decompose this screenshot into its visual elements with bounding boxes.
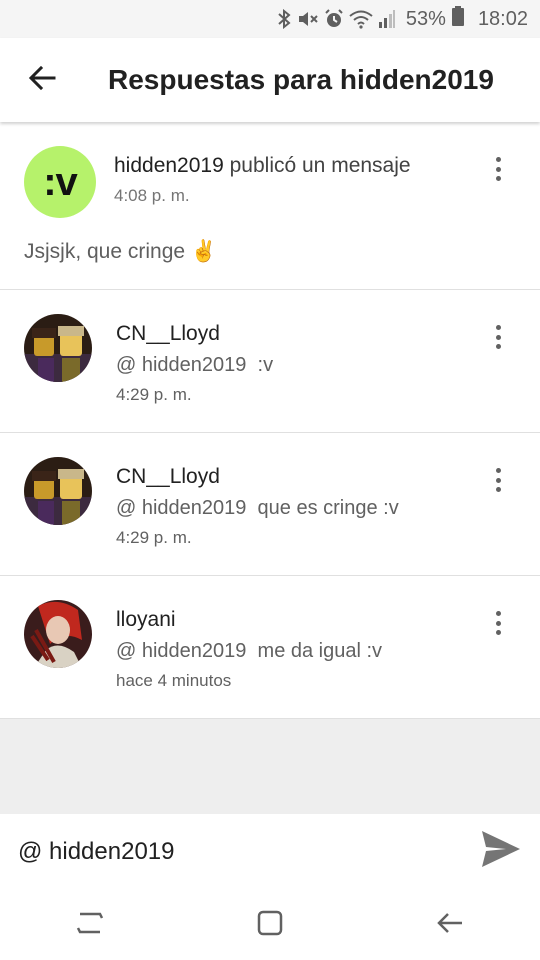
reply-more-button[interactable] — [486, 465, 510, 495]
reply-mention[interactable]: @ hidden2019 — [116, 497, 246, 519]
reply-time: 4:29 p. m. — [116, 385, 192, 404]
post-action: publicó un mensaje — [229, 154, 411, 177]
post-author[interactable]: hidden2019 — [114, 154, 224, 177]
home-button[interactable] — [230, 895, 310, 955]
app-bar: Respuestas para hidden2019 — [0, 38, 540, 122]
nav-back-button[interactable] — [410, 895, 490, 955]
more-vert-icon — [495, 325, 501, 330]
reply-message: :v — [246, 354, 274, 376]
post-meta: hidden2019 publicó un mensaje 4:08 p. m. — [114, 154, 411, 206]
reply-composer — [0, 814, 540, 890]
reply-input[interactable] — [18, 838, 458, 866]
back-icon — [436, 910, 464, 941]
post-body: Jsjsjk, que cringe ✌️ — [24, 240, 218, 263]
reply-item[interactable]: CN__Lloyd @ hidden2019 que es cringe :v … — [0, 433, 540, 576]
post-more-button[interactable] — [486, 154, 510, 184]
reply-mention[interactable]: @ hidden2019 — [116, 354, 246, 376]
reply-text: @ hidden2019 me da igual :v — [116, 640, 382, 663]
reply-item[interactable]: lloyani @ hidden2019 me da igual :v hace… — [0, 576, 540, 719]
bluetooth-icon — [276, 9, 292, 29]
reply-more-button[interactable] — [486, 608, 510, 638]
reply-item[interactable]: CN__Lloyd @ hidden2019 :v 4:29 p. m. — [0, 290, 540, 433]
reply-author[interactable]: CN__Lloyd — [116, 465, 399, 489]
reply-author[interactable]: CN__Lloyd — [116, 322, 273, 346]
avatar[interactable] — [24, 457, 92, 525]
reply-time: hace 4 minutos — [116, 671, 232, 690]
reply-time: 4:29 p. m. — [116, 528, 192, 547]
reply-author[interactable]: lloyani — [116, 608, 382, 632]
avatar[interactable]: :v — [24, 146, 96, 218]
signal-icon — [378, 9, 396, 29]
empty-area — [0, 719, 540, 814]
avatar[interactable] — [24, 600, 92, 668]
more-vert-icon — [495, 157, 501, 162]
home-icon — [256, 909, 284, 942]
status-bar: 53% 18:02 — [0, 0, 540, 38]
reply-text: @ hidden2019 que es cringe :v — [116, 497, 399, 520]
status-time: 18:02 — [477, 7, 528, 30]
send-button[interactable] — [478, 828, 524, 874]
battery-icon — [451, 6, 464, 32]
original-post: :v hidden2019 publicó un mensaje 4:08 p.… — [0, 122, 540, 290]
battery-percentage: 53% — [405, 7, 446, 30]
recents-icon — [76, 910, 104, 941]
arrow-back-icon — [28, 64, 56, 97]
back-button[interactable] — [0, 38, 84, 122]
post-time: 4:08 p. m. — [114, 186, 190, 205]
reply-mention[interactable]: @ hidden2019 — [116, 640, 246, 662]
page-title: Respuestas para hidden2019 — [108, 64, 494, 95]
avatar[interactable] — [24, 314, 92, 382]
reply-text: @ hidden2019 :v — [116, 354, 273, 377]
system-nav-bar — [0, 890, 540, 960]
wifi-icon — [349, 9, 373, 29]
avatar-text: :v — [43, 159, 78, 204]
reply-more-button[interactable] — [486, 322, 510, 352]
more-vert-icon — [495, 468, 501, 473]
more-vert-icon — [495, 611, 501, 616]
send-icon — [480, 829, 522, 874]
mute-icon — [297, 9, 319, 29]
recents-button[interactable] — [50, 895, 130, 955]
reply-message: que es cringe :v — [246, 497, 399, 519]
reply-message: me da igual :v — [246, 640, 383, 662]
alarm-icon — [324, 9, 344, 29]
status-icons — [276, 9, 396, 29]
